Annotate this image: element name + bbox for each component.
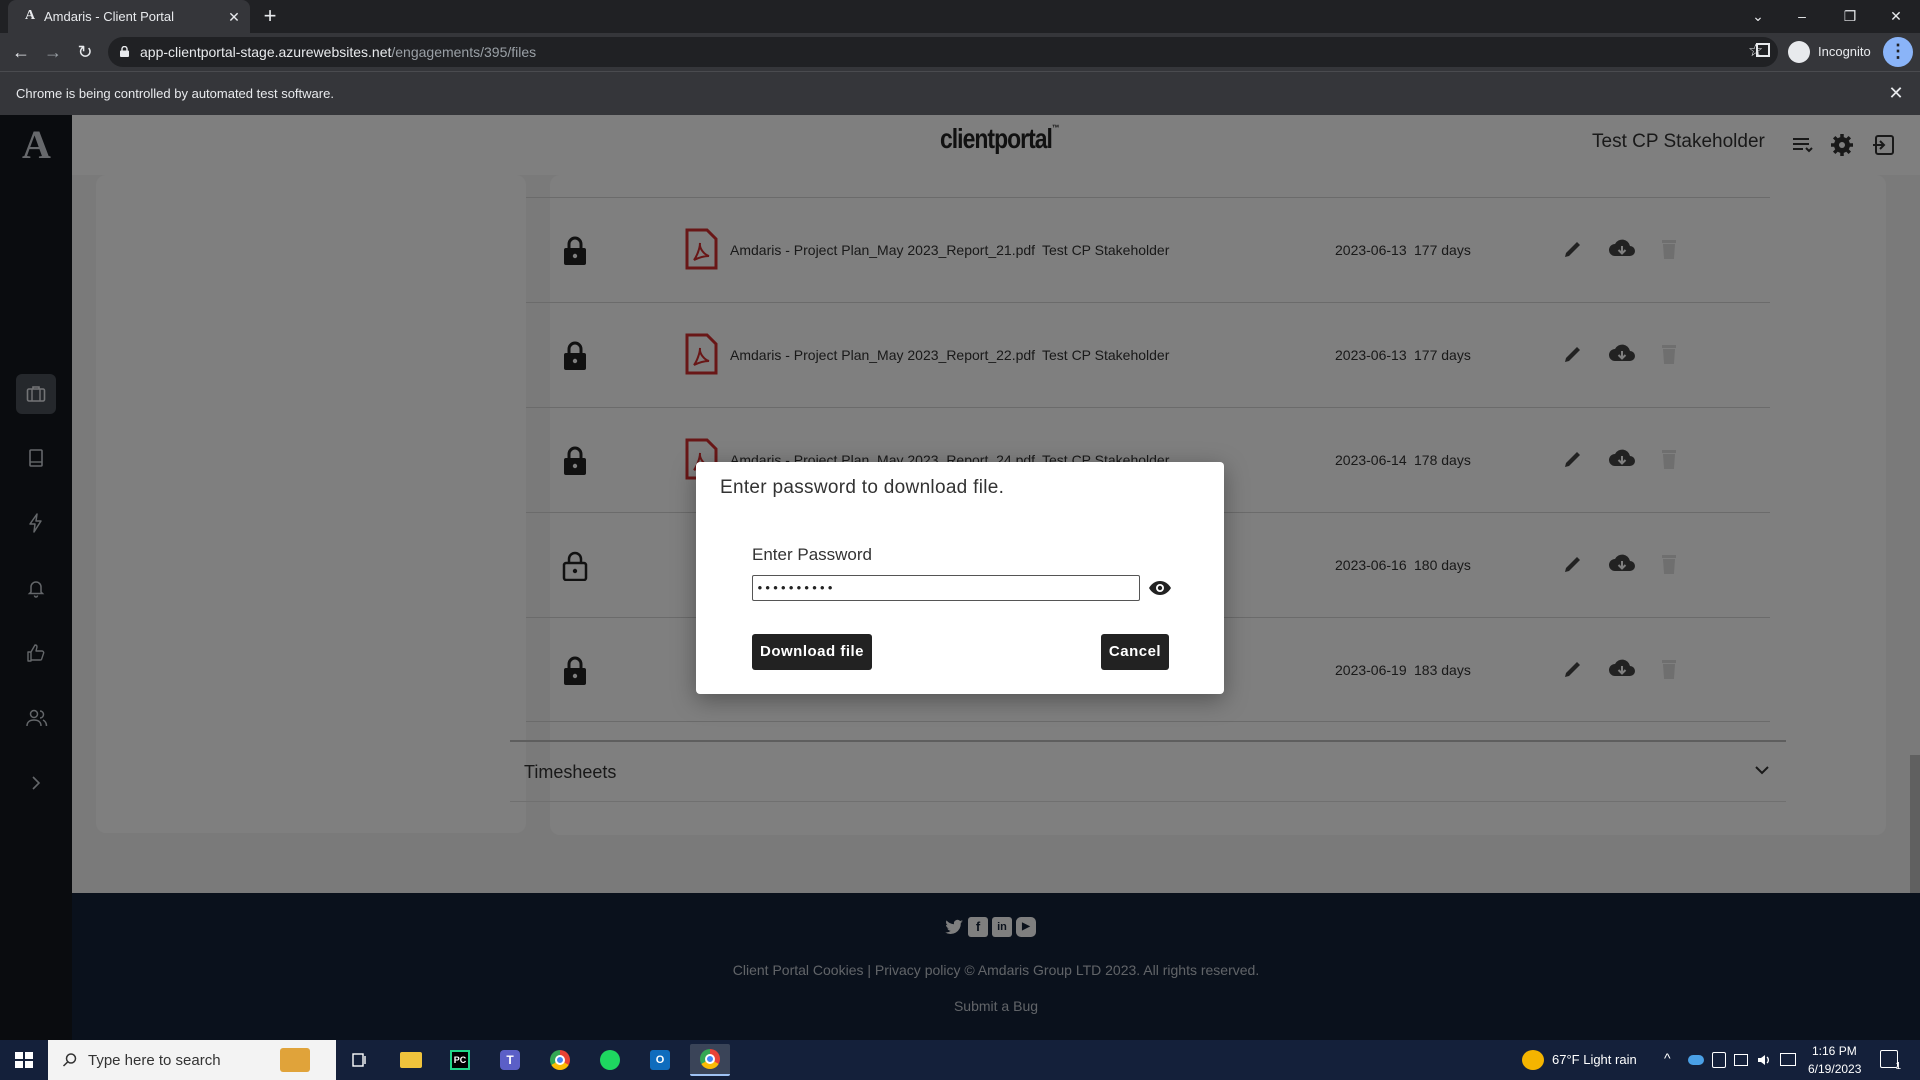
back-button[interactable]: ← bbox=[8, 39, 34, 65]
chrome-active-icon[interactable] bbox=[690, 1044, 730, 1076]
amdaris-favicon-icon: A bbox=[24, 8, 36, 23]
search-icon bbox=[62, 1053, 77, 1067]
side-panel-icon[interactable] bbox=[1756, 43, 1770, 57]
eye-icon[interactable] bbox=[1148, 579, 1172, 597]
file-explorer-icon[interactable] bbox=[390, 1044, 430, 1076]
clock-time[interactable]: 1:16 PM bbox=[1812, 1044, 1857, 1058]
download-file-button[interactable]: Download file bbox=[752, 634, 872, 670]
tab-search-dropdown-icon[interactable]: ⌄ bbox=[1738, 3, 1778, 29]
task-view-icon[interactable] bbox=[340, 1044, 380, 1076]
chrome-icon[interactable] bbox=[540, 1044, 580, 1076]
url-text[interactable]: app-clientportal-stage.azurewebsites.net… bbox=[140, 44, 536, 60]
search-placeholder: Type here to search bbox=[88, 1052, 221, 1069]
pycharm-icon[interactable]: PC bbox=[440, 1044, 480, 1076]
automation-infobar: Chrome is being controlled by automated … bbox=[0, 71, 1920, 115]
modal-title: Enter password to download file. bbox=[720, 477, 1005, 498]
address-bar[interactable]: app-clientportal-stage.azurewebsites.net… bbox=[108, 37, 1778, 67]
network-icon[interactable] bbox=[1734, 1054, 1748, 1066]
windows-taskbar: Type here to search PC T O 67°F Light ra… bbox=[0, 1040, 1920, 1080]
tab-title: Amdaris - Client Portal bbox=[44, 9, 175, 24]
cancel-button[interactable]: Cancel bbox=[1101, 634, 1169, 670]
tray-overflow-icon[interactable]: ^ bbox=[1664, 1050, 1671, 1066]
incognito-label: Incognito bbox=[1818, 44, 1871, 59]
weather-text[interactable]: 67°F Light rain bbox=[1552, 1052, 1637, 1067]
reload-button[interactable]: ↻ bbox=[72, 39, 98, 65]
work-briefcase-icon[interactable] bbox=[280, 1048, 310, 1072]
restore-button[interactable]: ❐ bbox=[1830, 3, 1870, 29]
teams-icon[interactable]: T bbox=[490, 1044, 530, 1076]
chrome-menu-icon[interactable]: ⋮ bbox=[1883, 37, 1913, 67]
spotify-icon[interactable] bbox=[590, 1044, 630, 1076]
notification-count: 1 bbox=[1895, 1061, 1901, 1072]
password-label: Enter Password bbox=[752, 545, 872, 564]
security-icon[interactable] bbox=[1712, 1052, 1726, 1068]
onedrive-icon[interactable] bbox=[1688, 1055, 1704, 1065]
site-lock-icon[interactable] bbox=[120, 46, 129, 57]
browser-tab[interactable]: A Amdaris - Client Portal ✕ bbox=[8, 0, 250, 33]
new-tab-button[interactable]: + bbox=[258, 4, 282, 28]
incognito-icon bbox=[1788, 41, 1810, 63]
infobar-close-icon[interactable]: ✕ bbox=[1885, 82, 1907, 104]
browser-tab-strip: A Amdaris - Client Portal ✕ + ⌄ – ❐ ✕ bbox=[0, 0, 1920, 33]
volume-icon[interactable] bbox=[1756, 1052, 1772, 1068]
password-modal: Enter password to download file. Enter P… bbox=[696, 462, 1224, 694]
notifications-icon[interactable]: 1 bbox=[1880, 1050, 1901, 1072]
tab-close-icon[interactable]: ✕ bbox=[224, 7, 244, 27]
weather-icon[interactable] bbox=[1522, 1050, 1544, 1070]
clock-date[interactable]: 6/19/2023 bbox=[1808, 1062, 1861, 1076]
infobar-message: Chrome is being controlled by automated … bbox=[16, 86, 334, 101]
forward-button[interactable]: → bbox=[40, 39, 66, 65]
password-input[interactable] bbox=[752, 575, 1140, 601]
taskbar-search[interactable]: Type here to search bbox=[48, 1040, 336, 1080]
page-viewport: A clientportal™ bbox=[0, 115, 1920, 1040]
minimize-button[interactable]: – bbox=[1782, 3, 1822, 29]
outlook-icon[interactable]: O bbox=[640, 1044, 680, 1076]
close-window-button[interactable]: ✕ bbox=[1876, 3, 1916, 29]
browser-toolbar: ← → ↻ app-clientportal-stage.azurewebsit… bbox=[0, 33, 1920, 71]
windows-start-icon[interactable] bbox=[0, 1040, 48, 1080]
display-icon[interactable] bbox=[1780, 1053, 1796, 1066]
